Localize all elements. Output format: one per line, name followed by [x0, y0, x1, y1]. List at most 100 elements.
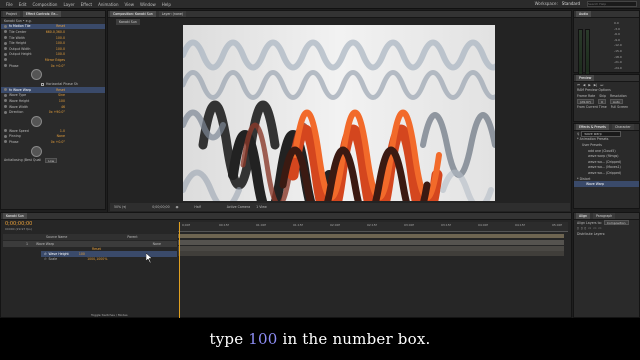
- active-camera-select[interactable]: Active Camera: [227, 205, 250, 209]
- stopwatch-icon[interactable]: [4, 134, 7, 138]
- toggle-switches-modes[interactable]: Toggle Switches / Modes: [91, 313, 128, 317]
- tab-audio[interactable]: Audio: [576, 11, 592, 17]
- stopwatch-icon[interactable]: ⏱: [44, 257, 47, 261]
- wave-warp-property-value[interactable]: 46: [61, 105, 65, 109]
- layer-duration-bar[interactable]: [178, 240, 564, 245]
- workspace-select[interactable]: Standard: [562, 1, 580, 6]
- tab-preview[interactable]: Preview: [576, 75, 595, 81]
- first-frame-icon[interactable]: ⏮: [577, 83, 580, 87]
- last-frame-icon[interactable]: ⏭: [600, 83, 603, 87]
- prev-frame-icon[interactable]: ◀: [583, 83, 585, 87]
- search-help-input[interactable]: [587, 1, 637, 7]
- current-time-indicator[interactable]: [179, 222, 180, 318]
- next-frame-icon[interactable]: ▶|: [594, 83, 598, 87]
- subtitle-number: 100: [248, 330, 278, 348]
- motion-tile-property-value[interactable]: Mirror Edges: [45, 58, 65, 62]
- stopwatch-icon[interactable]: [4, 129, 7, 133]
- views-select[interactable]: 1 View: [256, 205, 267, 209]
- menu-effect[interactable]: Effect: [81, 2, 93, 7]
- current-time-display[interactable]: 0;00;00;00: [152, 205, 169, 209]
- camera-icon[interactable]: ◉: [176, 205, 179, 209]
- scale-property-row[interactable]: ⏱ Scale 1000,1000%: [41, 256, 177, 262]
- full-screen-checkbox[interactable]: Full Screen: [611, 105, 628, 109]
- align-center-icon[interactable]: ▯: [581, 226, 583, 230]
- wave-warp-property-value[interactable]: Reset: [56, 88, 65, 92]
- motion-tile-property-value[interactable]: Reset: [56, 24, 65, 28]
- direction-dial[interactable]: [31, 115, 42, 127]
- from-current-time-checkbox[interactable]: From Current Time: [577, 105, 607, 109]
- stopwatch-icon[interactable]: [4, 140, 7, 144]
- effects-search-input[interactable]: wave warp: [581, 130, 622, 137]
- tab-timeline-kanaki-sun[interactable]: Kanaki Sun: [3, 213, 27, 219]
- motion-tile-property-value[interactable]: 100.0: [56, 52, 65, 56]
- wave-warp-property-value[interactable]: Sine: [58, 93, 65, 97]
- align-left-icon[interactable]: ▯: [577, 226, 579, 230]
- menu-view[interactable]: View: [125, 2, 135, 7]
- menu-edit[interactable]: Edit: [19, 2, 27, 7]
- motion-tile-property-label: Output Height: [9, 52, 32, 57]
- time-ruler[interactable]: 0;00f 00:15f 01:00f 01:15f 02:00f 02:15f 03:00…: [178, 222, 568, 232]
- motion-tile-property-value[interactable]: 0x +0.0°: [51, 64, 65, 68]
- tab-paragraph[interactable]: Paragraph: [593, 213, 616, 219]
- phase-dial-2[interactable]: [31, 145, 42, 157]
- stopwatch-icon[interactable]: [4, 93, 7, 97]
- stopwatch-icon[interactable]: [4, 58, 7, 62]
- stopwatch-icon[interactable]: [4, 24, 7, 28]
- stopwatch-icon[interactable]: [4, 64, 7, 68]
- align-top-icon[interactable]: ▭: [588, 226, 591, 230]
- motion-tile-property-value[interactable]: 100.0: [56, 47, 65, 51]
- menu-help[interactable]: Help: [162, 2, 171, 7]
- composition-breadcrumb[interactable]: Kanaki Sun: [116, 19, 140, 25]
- audio-panel: Audio 0.0 -3.0 -6.0 -9.0 -12.0 -15.0 -18.0 -21.…: [573, 10, 640, 81]
- align-right-icon[interactable]: ▯: [585, 226, 587, 230]
- work-area-bar[interactable]: [178, 234, 564, 238]
- wave-warp-property-row[interactable]: Phase 0x +0.0°: [1, 139, 105, 145]
- tab-project[interactable]: Project: [3, 11, 20, 17]
- play-icon[interactable]: ▶: [588, 83, 590, 87]
- wave-warp-property-value[interactable]: 0x +90.0°: [49, 110, 65, 114]
- scale-value[interactable]: 1000,1000%: [87, 257, 107, 261]
- resolution-select[interactable]: Half: [194, 205, 200, 209]
- tab-effects-presets[interactable]: Effects & Presets: [576, 124, 609, 130]
- wave-warp-property-row[interactable]: Direction 0x +90.0°: [1, 109, 105, 115]
- tab-character[interactable]: Character: [611, 124, 634, 130]
- menu-animation[interactable]: Animation: [98, 2, 118, 7]
- tab-composition[interactable]: Composition: Kanaki Sun: [110, 11, 156, 17]
- wave-warp-property-value[interactable]: 1.0: [60, 129, 65, 133]
- resolution-select[interactable]: Auto: [609, 99, 623, 105]
- phase-dial[interactable]: [31, 69, 42, 81]
- menu-layer[interactable]: Layer: [63, 2, 74, 7]
- align-bottom-icon[interactable]: ▭: [598, 226, 601, 230]
- stopwatch-icon[interactable]: [4, 99, 7, 103]
- stopwatch-icon[interactable]: [4, 105, 7, 109]
- frame-rate-select[interactable]: (29.97): [577, 99, 594, 105]
- stopwatch-icon[interactable]: [4, 88, 7, 92]
- motion-tile-property-row[interactable]: Phase 0x +0.0°: [1, 63, 105, 69]
- tab-layer[interactable]: Layer: (none): [158, 11, 187, 17]
- align-middle-icon[interactable]: ▭: [593, 226, 596, 230]
- wave-warp-effect-item[interactable]: Wave Warp: [574, 181, 639, 187]
- tab-effect-controls[interactable]: Effect Controls: Ee...: [22, 11, 62, 17]
- composition-viewer-canvas[interactable]: [183, 25, 495, 201]
- stopwatch-icon[interactable]: [4, 36, 7, 40]
- wave-warp-property-value[interactable]: 0x +0.0°: [51, 140, 65, 144]
- stopwatch-icon[interactable]: [4, 30, 7, 34]
- tab-align[interactable]: Align: [576, 213, 590, 219]
- menu-composition[interactable]: Composition: [32, 2, 57, 7]
- stopwatch-icon[interactable]: [4, 47, 7, 51]
- stopwatch-icon[interactable]: [4, 41, 7, 45]
- magnification-select[interactable]: 50% (▾): [114, 205, 126, 209]
- menu-file[interactable]: File: [6, 2, 13, 7]
- align-target-select[interactable]: Composition: [603, 220, 629, 226]
- workspace-switcher: Workspace: Standard: [535, 1, 580, 6]
- wave-warp-property-value[interactable]: None: [57, 134, 65, 138]
- stopwatch-icon[interactable]: [4, 110, 7, 114]
- motion-tile-property-value[interactable]: 660.0,360.0: [46, 30, 65, 34]
- antialiasing-select[interactable]: Low: [45, 157, 58, 163]
- wave-warp-property-value[interactable]: 100: [59, 99, 65, 103]
- motion-tile-property-value[interactable]: 100.0: [56, 36, 65, 40]
- skip-field[interactable]: 0: [597, 99, 606, 105]
- menu-window[interactable]: Window: [140, 2, 156, 7]
- stopwatch-icon[interactable]: [4, 52, 7, 56]
- motion-tile-property-value[interactable]: 100.0: [56, 41, 65, 45]
